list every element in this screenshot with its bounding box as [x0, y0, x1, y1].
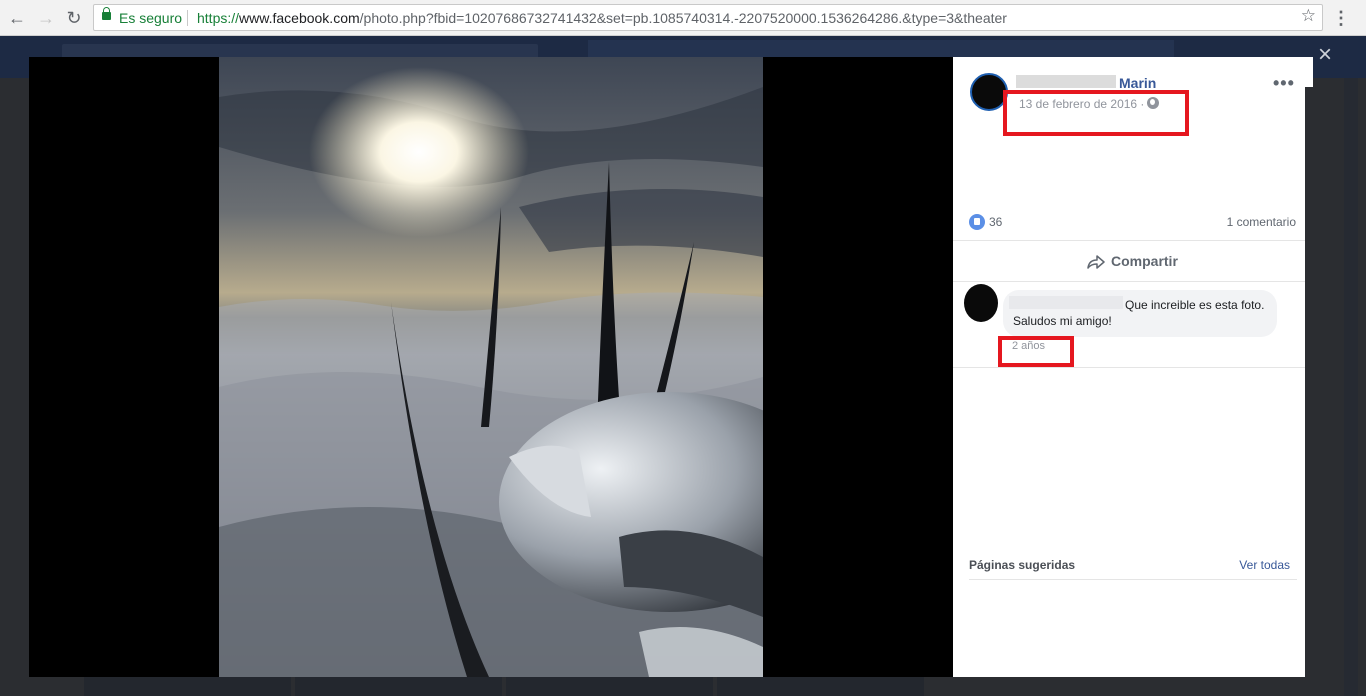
author-name[interactable]: Marin: [1119, 75, 1156, 91]
background-thumbnails: [84, 677, 924, 696]
like-icon[interactable]: [969, 214, 985, 230]
forward-icon[interactable]: →: [35, 7, 57, 29]
comment-count[interactable]: 1 comentario: [1227, 215, 1296, 229]
divider: [953, 240, 1305, 241]
comment-text: Que increible es esta foto. Saludos mi a…: [1013, 298, 1265, 328]
share-label: Compartir: [1111, 253, 1178, 269]
post-photo[interactable]: [219, 57, 763, 677]
url-host: www.facebook.com: [239, 10, 360, 26]
comment-bubble: Que increible es esta foto. Saludos mi a…: [1003, 290, 1277, 337]
commenter-avatar[interactable]: [964, 284, 998, 322]
kebab-menu-icon[interactable]: ⋮: [1332, 6, 1350, 30]
date-highlight-box: [1003, 90, 1189, 136]
url-scheme: https://: [197, 10, 240, 26]
share-icon: [1087, 255, 1105, 269]
reload-icon[interactable]: ↻: [63, 7, 85, 29]
like-count[interactable]: 36: [989, 215, 1002, 229]
thumbnail: [506, 677, 713, 696]
time-highlight-box: [998, 336, 1074, 367]
secure-label[interactable]: Es seguro: [119, 10, 182, 26]
address-bar[interactable]: Es seguro https://www.facebook.com/photo…: [93, 4, 1323, 31]
page-scrollbar[interactable]: [1344, 78, 1358, 696]
suggested-pages-heading: Páginas sugeridas: [969, 558, 1076, 572]
url-path: /photo.php?fbid=10207686732741432&set=pb…: [359, 10, 1007, 26]
browser-toolbar: ← → ↻ Es seguro https://www.facebook.com…: [0, 0, 1366, 36]
propeller-sky-image: [219, 57, 763, 677]
thumbnail: [717, 677, 924, 696]
more-options-icon[interactable]: •••: [1273, 73, 1295, 94]
star-icon[interactable]: ☆: [1301, 6, 1316, 26]
see-all-link[interactable]: Ver todas: [1239, 558, 1290, 572]
panel-edge: [1305, 57, 1313, 87]
divider: [969, 579, 1297, 580]
close-icon[interactable]: ×: [1314, 43, 1336, 67]
thumbnail: [84, 677, 291, 696]
url-text[interactable]: https://www.facebook.com/photo.php?fbid=…: [197, 10, 1007, 26]
redacted-name: [1016, 75, 1116, 88]
thumbnail: [295, 677, 502, 696]
divider: [953, 281, 1305, 282]
omnibox-divider: [187, 10, 188, 26]
back-icon[interactable]: ←: [6, 7, 28, 29]
post-details-panel: Marin 13 de febrero de 2016 · ••• 36 1 c…: [953, 57, 1305, 677]
lock-icon[interactable]: [102, 7, 111, 20]
divider: [953, 367, 1305, 368]
